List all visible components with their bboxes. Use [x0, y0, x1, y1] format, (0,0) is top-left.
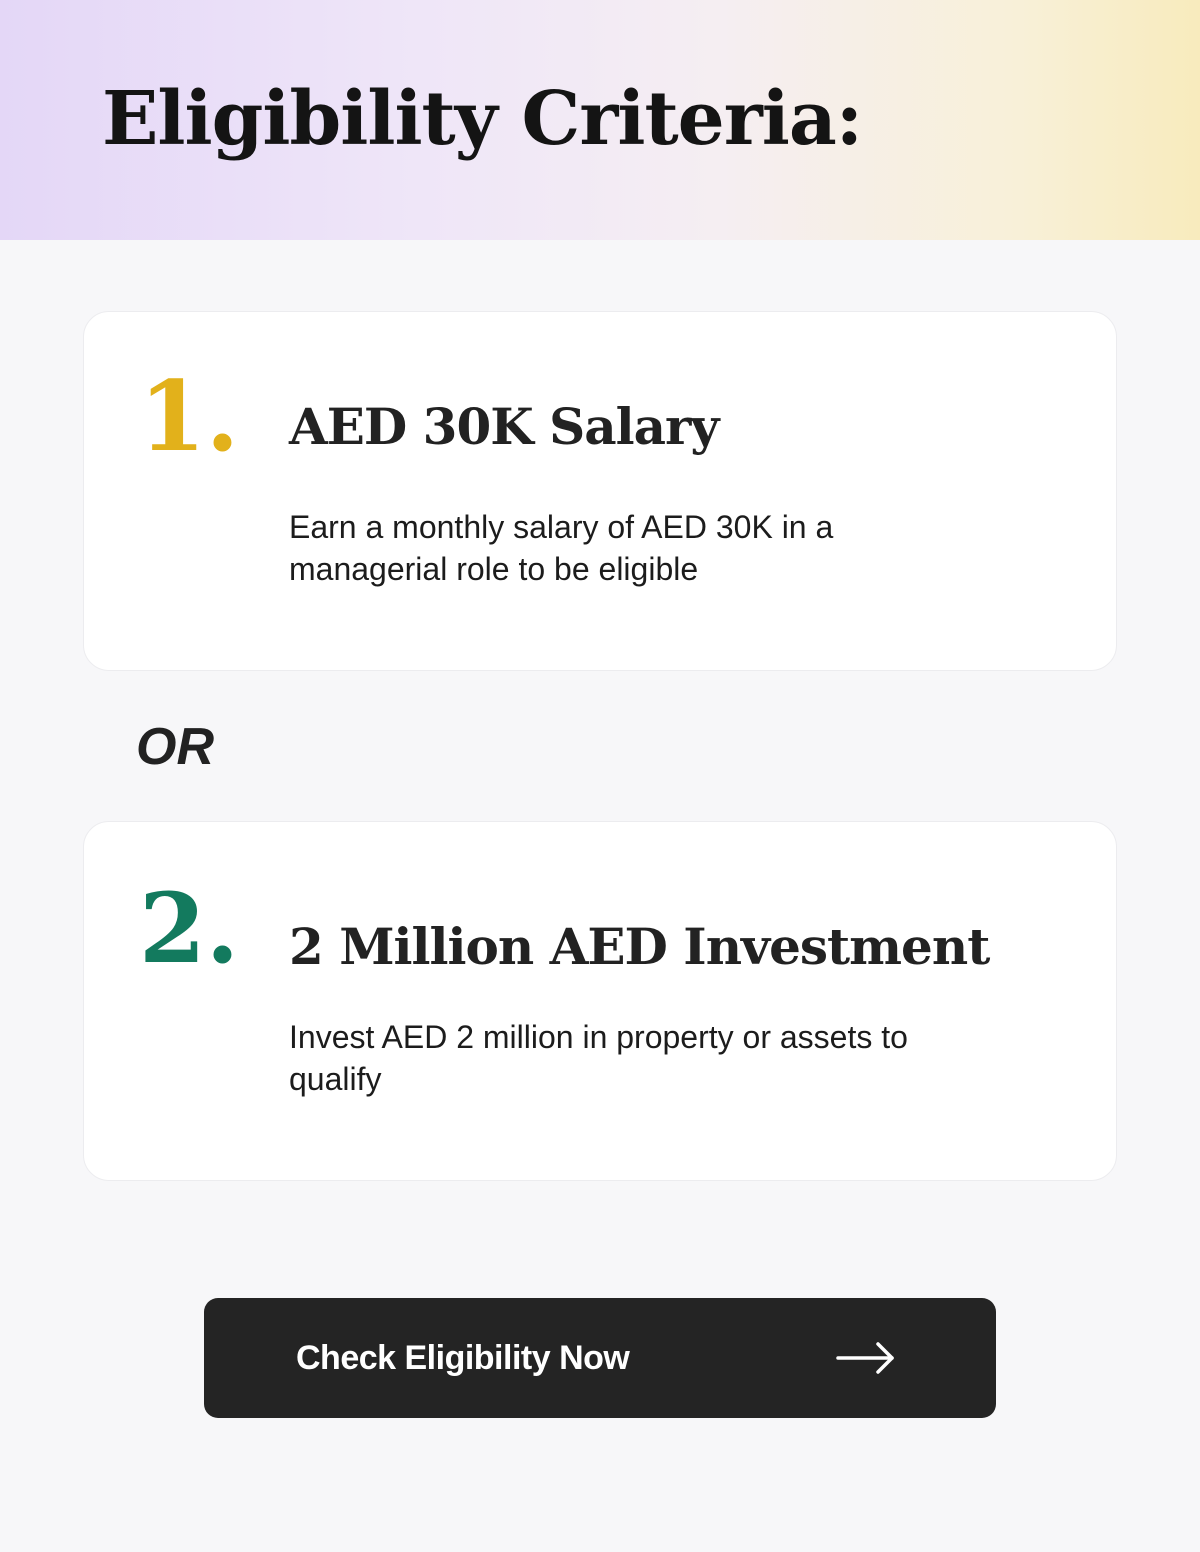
- or-separator: OR: [136, 718, 214, 776]
- arrow-right-icon: [836, 1342, 894, 1374]
- criteria-description: Invest AED 2 million in property or asse…: [289, 1019, 908, 1097]
- page-title: Eligibility Criteria:: [102, 76, 863, 162]
- criteria-number: 2.: [139, 872, 240, 985]
- criteria-title: AED 30K Salary: [289, 397, 719, 456]
- check-eligibility-label: Check Eligibility Now: [296, 1339, 630, 1377]
- criteria-title: 2 Million AED Investment: [289, 917, 990, 976]
- check-eligibility-button[interactable]: Check Eligibility Now: [204, 1298, 996, 1418]
- criteria-number: 1.: [139, 360, 240, 473]
- criteria-card-investment: 2. 2 Million AED Investment Invest AED 2…: [83, 821, 1117, 1181]
- header-banner: Eligibility Criteria:: [0, 0, 1200, 240]
- criteria-card-salary: 1. AED 30K Salary Earn a monthly salary …: [83, 311, 1117, 671]
- criteria-description: Earn a monthly salary of AED 30K in a ma…: [289, 509, 834, 587]
